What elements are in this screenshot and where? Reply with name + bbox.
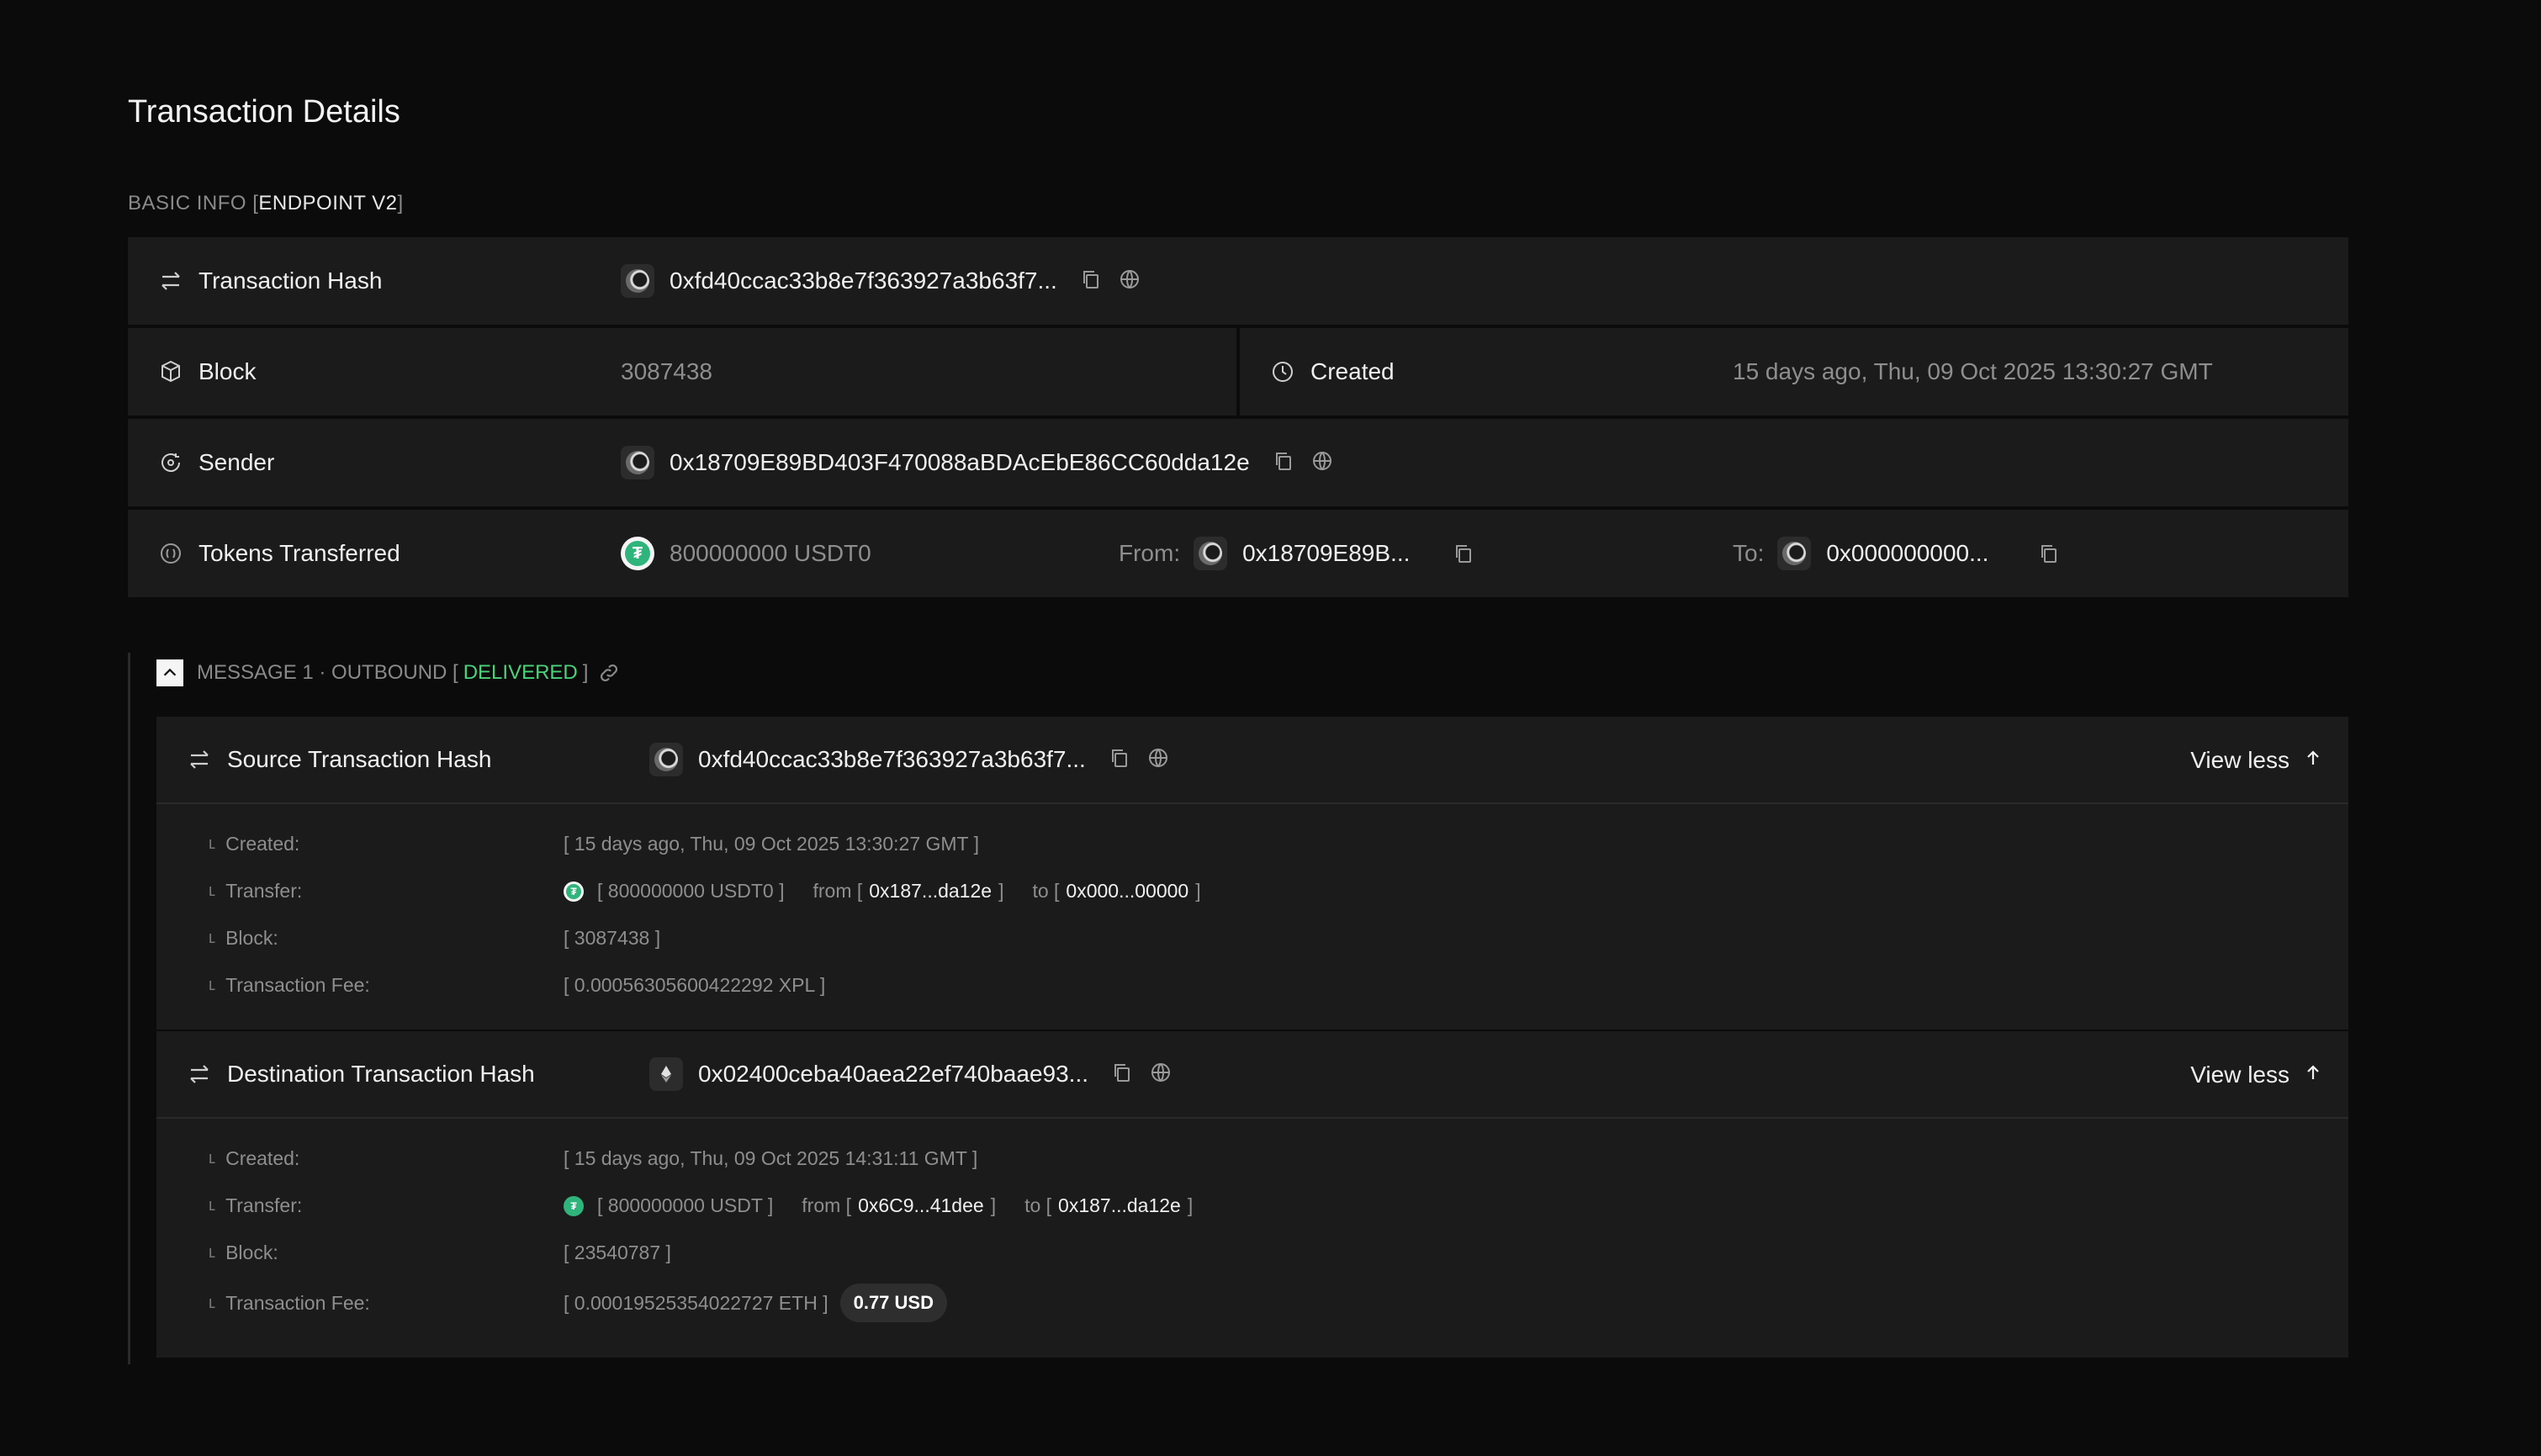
destination-fee-row: ʟ Transaction Fee: [ 0.00019525354022727 … [209,1284,947,1322]
clock-icon [1270,359,1295,384]
globe-icon[interactable] [1310,449,1334,477]
arrow-up-icon [2303,1062,2323,1088]
created-label: Created [1310,358,1395,384]
address-avatar-icon [621,446,654,479]
cube-icon [158,359,183,384]
usdt0-token-icon: ₮ [621,537,654,570]
globe-icon[interactable] [1149,1061,1173,1088]
transfer-from-address[interactable]: 0x187...da12e [869,880,992,903]
copy-icon[interactable] [1272,449,1295,477]
destination-transaction-panel: Destination Transaction Hash 0x02400ceba… [156,1031,2348,1358]
swap-arrows-icon [187,1062,212,1087]
message-header[interactable]: MESSAGE 1 · OUTBOUND [ DELIVERED ] [156,659,620,686]
tokens-transferred-row: Tokens Transferred ₮ 800000000 USDT0 Fro… [128,510,2348,597]
copy-icon[interactable] [1079,267,1103,295]
ethereum-logo-icon [649,1057,683,1091]
status-badge: DELIVERED [463,661,578,684]
destination-transfer-row: ʟ Transfer: ₮ [ 800000000 USDT ] from [ 0… [209,1194,1194,1217]
copy-icon[interactable] [1108,746,1131,774]
created-value: 15 days ago, Thu, 09 Oct 2025 13:30:27 G… [1733,358,2213,384]
tokens-transferred-label: Tokens Transferred [199,540,400,566]
fee-usd-badge: 0.77 USD [839,1284,947,1322]
transaction-hash-label: Transaction Hash [199,267,383,294]
transfer-from-address[interactable]: 0x6C9...41dee [858,1194,984,1217]
message-rail [128,653,130,1364]
usdt0-token-icon: ₮ [564,881,584,902]
to-label: To: [1733,540,1765,566]
token-amount: 800000000 USDT0 [670,540,871,566]
sender-icon [158,450,183,475]
usdt-token-icon: ₮ [564,1195,584,1216]
destination-hash-label: Destination Transaction Hash [227,1061,535,1087]
destination-block-row: ʟ Block: [ 23540787 ] [209,1242,671,1263]
view-less-button[interactable]: View less [2190,717,2323,804]
address-avatar-icon [1777,537,1812,570]
block-label: Block [199,358,257,384]
coin-icon [158,541,183,566]
globe-icon[interactable] [1146,746,1170,774]
destination-created-row: ʟ Created: [ 15 days ago, Thu, 09 Oct 202… [209,1147,978,1169]
sender-label: Sender [199,449,275,475]
copy-icon[interactable] [1110,1061,1134,1088]
arrow-up-icon [2303,747,2323,774]
copy-icon[interactable] [1452,542,1475,569]
sender-row: Sender 0x18709E89BD403F470088aBDAcEbE86C… [128,419,2348,506]
transaction-hash-value: 0xfd40ccac33b8e7f363927a3b63f7... [670,267,1057,294]
globe-icon[interactable] [1118,267,1141,295]
transfer-to-address[interactable]: 0x000...00000 [1066,880,1188,903]
source-block-row: ʟ Block: [ 3087438 ] [209,927,661,949]
chevron-up-icon[interactable] [156,659,183,686]
section-label-basic-info: BASIC INFO [ENDPOINT V2] [128,192,404,214]
source-transaction-panel: Source Transaction Hash 0xfd40ccac33b8e7… [156,717,2348,1030]
swap-arrows-icon [158,268,183,294]
source-transfer-row: ʟ Transfer: ₮ [ 800000000 USDT0 ] from [ … [209,880,1201,903]
source-hash-label: Source Transaction Hash [227,746,492,772]
chain-logo-icon [621,264,654,298]
address-avatar-icon [1194,537,1228,570]
created-row: Created 15 days ago, Thu, 09 Oct 2025 13… [1240,328,2348,416]
from-address[interactable]: 0x18709E89B... [1242,540,1410,567]
swap-arrows-icon [187,747,212,772]
source-fee-row: ʟ Transaction Fee: [ 0.00056305600422292 … [209,974,826,996]
sender-value: 0x18709E89BD403F470088aBDAcEbE86CC60dda1… [670,449,1250,475]
source-hash-value: 0xfd40ccac33b8e7f363927a3b63f7... [698,746,1086,772]
copy-icon[interactable] [2037,542,2061,569]
view-less-button[interactable]: View less [2190,1031,2323,1119]
link-icon[interactable] [598,662,620,684]
destination-hash-value: 0x02400ceba40aea22ef740baae93... [698,1061,1088,1087]
chain-logo-icon [649,743,683,776]
from-label: From: [1119,540,1181,566]
source-created-row: ʟ Created: [ 15 days ago, Thu, 09 Oct 202… [209,833,979,855]
page-title: Transaction Details [128,94,400,130]
to-address[interactable]: 0x000000000... [1826,540,1988,567]
transaction-hash-row: Transaction Hash 0xfd40ccac33b8e7f363927… [128,237,2348,325]
block-value: 3087438 [621,358,713,384]
transfer-to-address[interactable]: 0x187...da12e [1058,1194,1181,1217]
block-row: Block 3087438 [128,328,1236,416]
